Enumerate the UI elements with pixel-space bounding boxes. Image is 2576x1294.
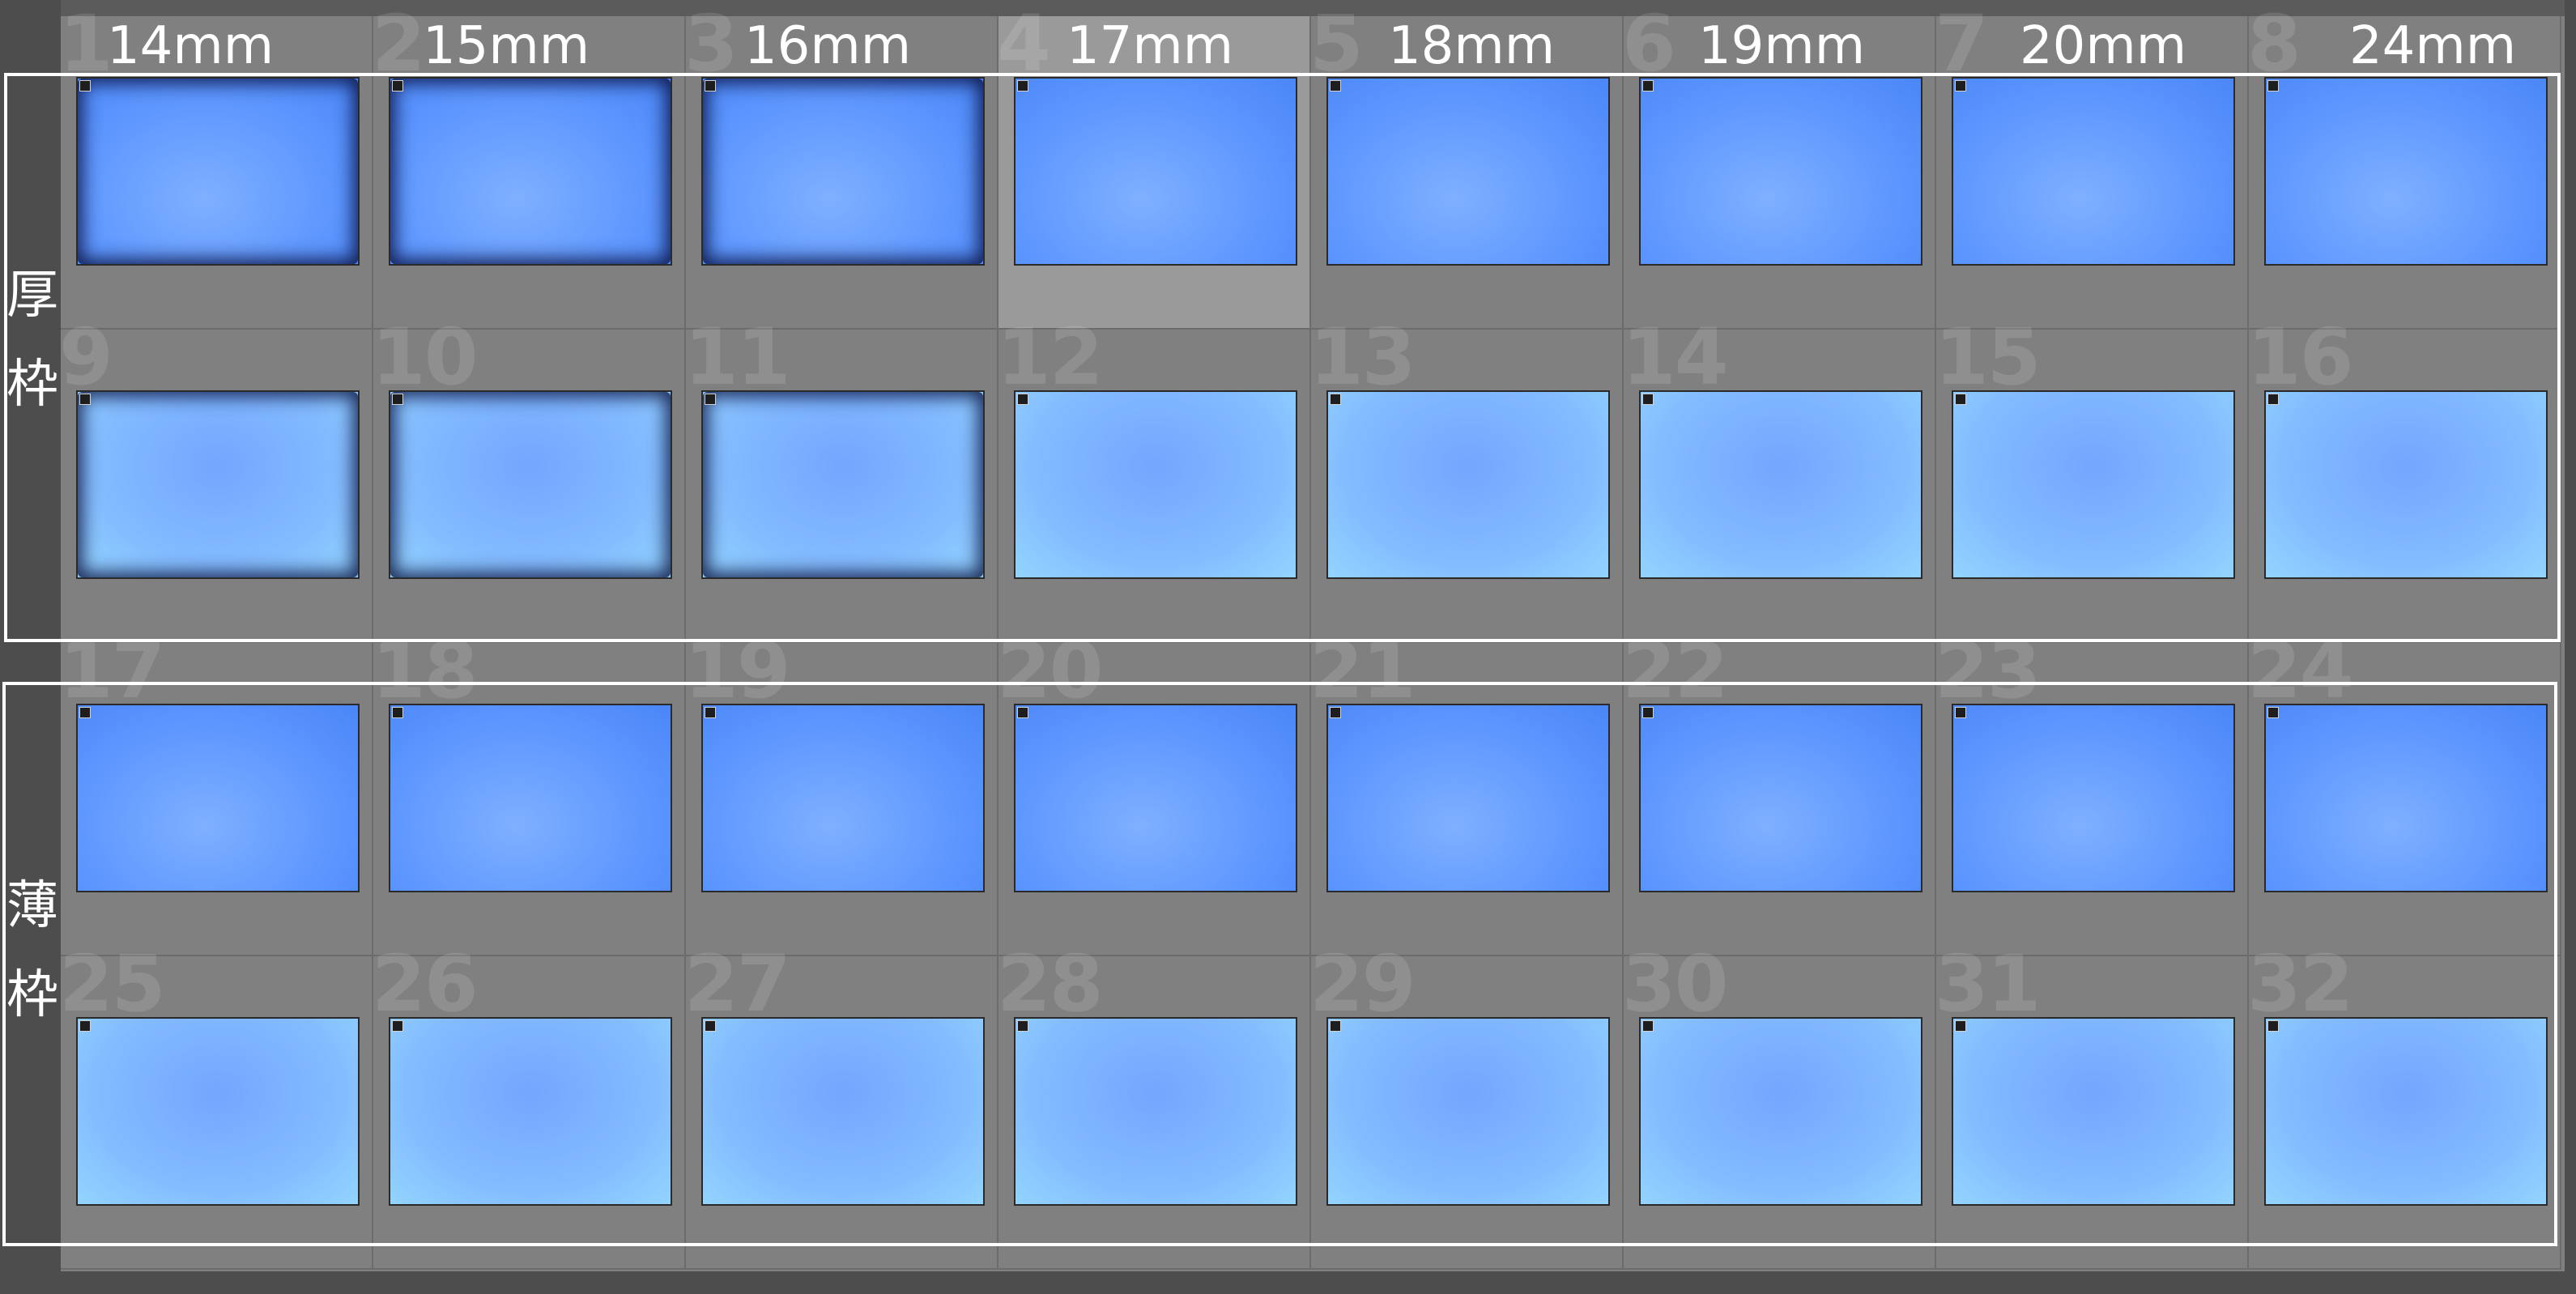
edit-badge-icon [1642, 394, 1654, 405]
column-focal-length-label: 19mm [1697, 16, 1866, 76]
edit-badge-icon [705, 1020, 716, 1032]
cell-index-number: 8 [2247, 0, 2301, 89]
group-label-char: 薄 [6, 876, 58, 936]
thick-frame-group-box [4, 73, 2561, 642]
edit-badge-icon [1330, 1020, 1341, 1032]
edit-badge-icon [1017, 80, 1028, 92]
edit-badge-icon [79, 707, 91, 718]
cell-index-number: 2 [372, 0, 426, 89]
edit-badge-icon [79, 1020, 91, 1032]
cell-index-number: 3 [684, 0, 739, 89]
edit-badge-icon [79, 80, 91, 92]
edit-badge-icon [1955, 80, 1966, 92]
thin-frame-group-box [2, 682, 2557, 1246]
column-focal-length-label: 15mm [422, 16, 590, 76]
edit-badge-icon [392, 1020, 403, 1032]
edit-badge-icon [392, 80, 403, 92]
edit-badge-icon [705, 707, 716, 718]
group-label-char: 枠 [6, 965, 58, 1025]
cell-index-number: 5 [1309, 0, 1364, 89]
edit-badge-icon [1017, 394, 1028, 405]
edit-badge-icon [1017, 1020, 1028, 1032]
column-focal-length-label: 24mm [2348, 16, 2517, 76]
edit-badge-icon [1955, 394, 1966, 405]
group-label: 薄枠 [2, 862, 63, 1040]
edit-badge-icon [1642, 80, 1654, 92]
edit-badge-icon [392, 707, 403, 718]
edit-badge-icon [2267, 707, 2279, 718]
column-focal-length-label: 16mm [743, 16, 912, 76]
edit-badge-icon [392, 394, 403, 405]
edit-badge-icon [1642, 1020, 1654, 1032]
edit-badge-icon [1017, 707, 1028, 718]
group-label-char: 枠 [6, 355, 58, 415]
column-focal-length-label: 14mm [106, 16, 275, 76]
edit-badge-icon [2267, 1020, 2279, 1032]
cell-index-number: 7 [1935, 0, 1989, 89]
edit-badge-icon [1330, 394, 1341, 405]
column-focal-length-label: 18mm [1387, 16, 1556, 76]
cell-index-number: 4 [997, 0, 1051, 89]
edit-badge-icon [79, 394, 91, 405]
column-focal-length-label: 17mm [1066, 16, 1234, 76]
edit-badge-icon [1330, 707, 1341, 718]
edit-badge-icon [1955, 707, 1966, 718]
edit-badge-icon [2267, 394, 2279, 405]
column-focal-length-label: 20mm [2019, 16, 2187, 76]
edit-badge-icon [705, 80, 716, 92]
cell-index-number: 6 [1622, 0, 1676, 89]
edit-badge-icon [2267, 80, 2279, 92]
edit-badge-icon [1955, 1020, 1966, 1032]
group-label-char: 厚 [6, 266, 58, 326]
edit-badge-icon [1642, 707, 1654, 718]
cell-index-number: 1 [59, 0, 113, 89]
group-label: 厚枠 [2, 251, 63, 429]
edit-badge-icon [705, 394, 716, 405]
edit-badge-icon [1330, 80, 1341, 92]
